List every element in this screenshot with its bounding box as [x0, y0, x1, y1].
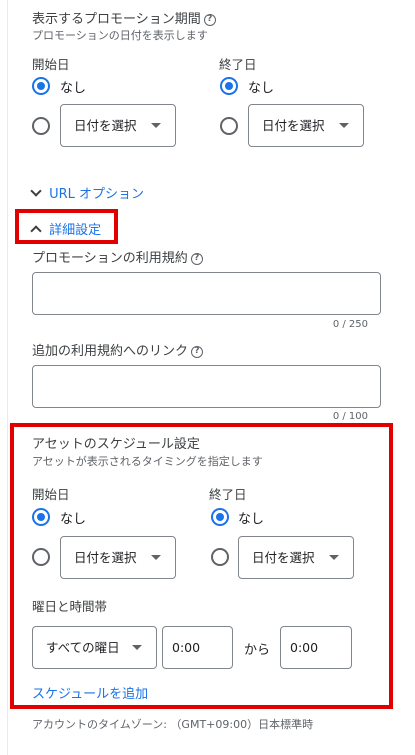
schedule-start-none-radio[interactable] — [32, 508, 50, 526]
promo-end-none-label: なし — [248, 81, 275, 96]
promo-start-date-dropdown[interactable]: 日付を選択 — [60, 104, 176, 147]
promo-end-date-radio[interactable] — [220, 117, 238, 135]
help-icon[interactable]: ? — [190, 252, 203, 265]
start-time-input[interactable]: 0:00 — [162, 626, 233, 669]
promo-start-none-radio[interactable] — [32, 77, 50, 95]
terms-link-input[interactable] — [32, 365, 381, 408]
url-options-toggle[interactable]: URL オプション — [30, 183, 144, 202]
timezone-text: アカウントのタイムゾーン: （GMT+09:00）日本標準時 — [32, 718, 314, 731]
day-of-week-dropdown[interactable]: すべての曜日 — [32, 626, 157, 669]
dropdown-caret-icon — [339, 123, 349, 128]
promo-period-title: 表示するプロモーション期間? — [32, 8, 216, 27]
schedule-end-date-radio[interactable] — [211, 548, 229, 566]
day-time-label: 曜日と時間帯 — [32, 599, 108, 614]
schedule-start-none-label: なし — [60, 512, 87, 527]
advanced-settings-toggle[interactable]: 詳細設定 — [30, 219, 101, 238]
schedule-start-date-radio[interactable] — [32, 548, 50, 566]
chevron-down-icon — [30, 184, 42, 197]
promo-terms-input[interactable] — [32, 272, 381, 315]
terms-link-label: 追加の利用規約へのリンク? — [32, 340, 204, 359]
promo-start-date-radio[interactable] — [32, 117, 50, 135]
schedule-end-label: 終了日 — [209, 487, 247, 502]
promo-start-label: 開始日 — [32, 57, 70, 72]
promo-period-subtitle: プロモーションの日付を表示します — [32, 29, 208, 42]
promo-terms-counter: 0 / 250 — [332, 319, 368, 330]
end-time-input[interactable]: 0:00 — [280, 626, 352, 669]
terms-link-counter: 0 / 100 — [332, 411, 368, 422]
schedule-start-date-dropdown[interactable]: 日付を選択 — [60, 536, 176, 579]
dropdown-caret-icon — [151, 123, 161, 128]
schedule-end-none-label: なし — [238, 512, 265, 527]
add-schedule-link[interactable]: スケジュールを追加 — [32, 683, 148, 702]
chevron-up-icon — [30, 224, 42, 237]
time-separator: から — [244, 643, 271, 658]
schedule-end-none-radio[interactable] — [211, 508, 229, 526]
promo-end-none-radio[interactable] — [220, 77, 238, 95]
promo-end-date-dropdown[interactable]: 日付を選択 — [248, 104, 364, 147]
schedule-title: アセットのスケジュール設定 — [32, 437, 200, 452]
help-icon[interactable]: ? — [203, 13, 216, 26]
promo-start-none-label: なし — [60, 81, 87, 96]
promo-terms-label: プロモーションの利用規約? — [32, 247, 203, 266]
promo-end-label: 終了日 — [219, 57, 257, 72]
dropdown-caret-icon — [151, 555, 161, 560]
dropdown-caret-icon — [329, 555, 339, 560]
schedule-subtitle: アセットが表示されるタイミングを指定します — [32, 455, 263, 468]
left-divider — [7, 0, 8, 755]
help-icon[interactable]: ? — [191, 345, 204, 358]
schedule-start-label: 開始日 — [32, 487, 70, 502]
dropdown-caret-icon — [132, 645, 142, 650]
schedule-end-date-dropdown[interactable]: 日付を選択 — [238, 536, 354, 579]
